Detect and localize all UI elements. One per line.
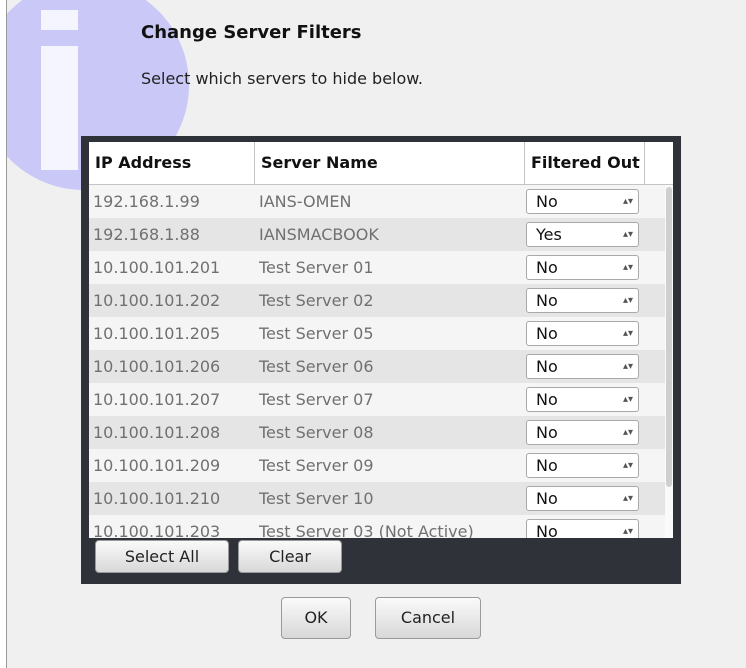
select-arrows-icon: ▴▾ [622, 459, 633, 471]
select-arrows-icon: ▴▾ [622, 261, 633, 273]
server-name-cell: IANSMACBOOK [259, 225, 379, 244]
filtered-out-value: No [536, 390, 558, 409]
server-table-panel: IP Address Server Name Filtered Out 192.… [81, 136, 681, 584]
ip-address-cell: 10.100.101.203 [93, 522, 221, 538]
table-row[interactable]: 10.100.101.207 Test Server 07 No ▴▾ [89, 383, 665, 416]
table-row[interactable]: 10.100.101.209 Test Server 09 No ▴▾ [89, 449, 665, 482]
ip-address-cell: 10.100.101.205 [93, 324, 221, 343]
dialog-title: Change Server Filters [141, 22, 362, 43]
filtered-out-value: No [536, 456, 558, 475]
server-table: IP Address Server Name Filtered Out 192.… [89, 142, 673, 538]
ip-address-cell: 10.100.101.209 [93, 456, 221, 475]
server-name-cell: Test Server 03 (Not Active) [259, 522, 474, 538]
table-row[interactable]: 10.100.101.208 Test Server 08 No ▴▾ [89, 416, 665, 449]
select-arrows-icon: ▴▾ [622, 426, 633, 438]
table-row[interactable]: 192.168.1.88 IANSMACBOOK Yes ▴▾ [89, 218, 665, 251]
filtered-out-select[interactable]: No ▴▾ [526, 255, 639, 280]
filtered-out-select[interactable]: No ▴▾ [526, 321, 639, 346]
filtered-out-value: No [536, 489, 558, 508]
server-name-cell: IANS-OMEN [259, 192, 352, 211]
ip-address-cell: 10.100.101.210 [93, 489, 221, 508]
ip-address-cell: 10.100.101.202 [93, 291, 221, 310]
header-ip-address[interactable]: IP Address [89, 142, 255, 184]
header-filtered-out[interactable]: Filtered Out [525, 142, 645, 184]
filtered-out-select[interactable]: No ▴▾ [526, 453, 639, 478]
filtered-out-value: No [536, 324, 558, 343]
filtered-out-select[interactable]: No ▴▾ [526, 189, 639, 214]
table-row[interactable]: 192.168.1.99 IANS-OMEN No ▴▾ [89, 185, 665, 218]
server-name-cell: Test Server 07 [259, 390, 374, 409]
filtered-out-select[interactable]: No ▴▾ [526, 354, 639, 379]
filtered-out-value: No [536, 192, 558, 211]
select-arrows-icon: ▴▾ [622, 228, 633, 240]
select-arrows-icon: ▴▾ [622, 327, 633, 339]
header-server-name[interactable]: Server Name [255, 142, 525, 184]
server-name-cell: Test Server 09 [259, 456, 374, 475]
filtered-out-value: No [536, 291, 558, 310]
server-name-cell: Test Server 08 [259, 423, 374, 442]
table-row[interactable]: 10.100.101.206 Test Server 06 No ▴▾ [89, 350, 665, 383]
filtered-out-value: No [536, 258, 558, 277]
filtered-out-value: No [536, 522, 558, 538]
ip-address-cell: 10.100.101.208 [93, 423, 221, 442]
server-name-cell: Test Server 06 [259, 357, 374, 376]
change-server-filters-dialog: Change Server Filters Select which serve… [6, 0, 746, 668]
table-row[interactable]: 10.100.101.203 Test Server 03 (Not Active… [89, 515, 665, 538]
table-scrollbar[interactable] [665, 185, 673, 538]
select-all-button[interactable]: Select All [95, 540, 229, 573]
ip-address-cell: 192.168.1.99 [93, 192, 200, 211]
filtered-out-select[interactable]: Yes ▴▾ [526, 222, 639, 247]
ip-address-cell: 10.100.101.207 [93, 390, 221, 409]
select-arrows-icon: ▴▾ [622, 195, 633, 207]
scrollbar-thumb[interactable] [666, 187, 672, 487]
filtered-out-value: Yes [536, 225, 562, 244]
info-icon-stem [41, 46, 78, 170]
cancel-button[interactable]: Cancel [375, 597, 481, 639]
select-arrows-icon: ▴▾ [622, 393, 633, 405]
server-name-cell: Test Server 10 [259, 489, 374, 508]
select-arrows-icon: ▴▾ [622, 360, 633, 372]
table-row[interactable]: 10.100.101.201 Test Server 01 No ▴▾ [89, 251, 665, 284]
table-row[interactable]: 10.100.101.202 Test Server 02 No ▴▾ [89, 284, 665, 317]
select-arrows-icon: ▴▾ [622, 492, 633, 504]
filtered-out-value: No [536, 423, 558, 442]
table-body: 192.168.1.99 IANS-OMEN No ▴▾ 192.168.1.88 IAN… [89, 185, 665, 538]
filtered-out-select[interactable]: No ▴▾ [526, 486, 639, 511]
server-name-cell: Test Server 05 [259, 324, 374, 343]
filtered-out-select[interactable]: No ▴▾ [526, 420, 639, 445]
dialog-subtitle: Select which servers to hide below. [141, 69, 423, 88]
clear-button[interactable]: Clear [238, 540, 342, 573]
table-row[interactable]: 10.100.101.210 Test Server 10 No ▴▾ [89, 482, 665, 515]
filtered-out-select[interactable]: No ▴▾ [526, 288, 639, 313]
select-arrows-icon: ▴▾ [622, 294, 633, 306]
select-arrows-icon: ▴▾ [622, 525, 633, 537]
ok-button[interactable]: OK [281, 597, 351, 639]
table-header: IP Address Server Name Filtered Out [89, 142, 673, 185]
server-name-cell: Test Server 02 [259, 291, 374, 310]
table-row[interactable]: 10.100.101.205 Test Server 05 No ▴▾ [89, 317, 665, 350]
filtered-out-value: No [536, 357, 558, 376]
server-name-cell: Test Server 01 [259, 258, 374, 277]
ip-address-cell: 192.168.1.88 [93, 225, 200, 244]
filtered-out-select[interactable]: No ▴▾ [526, 519, 639, 538]
info-icon-dot [41, 10, 78, 30]
filtered-out-select[interactable]: No ▴▾ [526, 387, 639, 412]
ip-address-cell: 10.100.101.201 [93, 258, 221, 277]
ip-address-cell: 10.100.101.206 [93, 357, 221, 376]
